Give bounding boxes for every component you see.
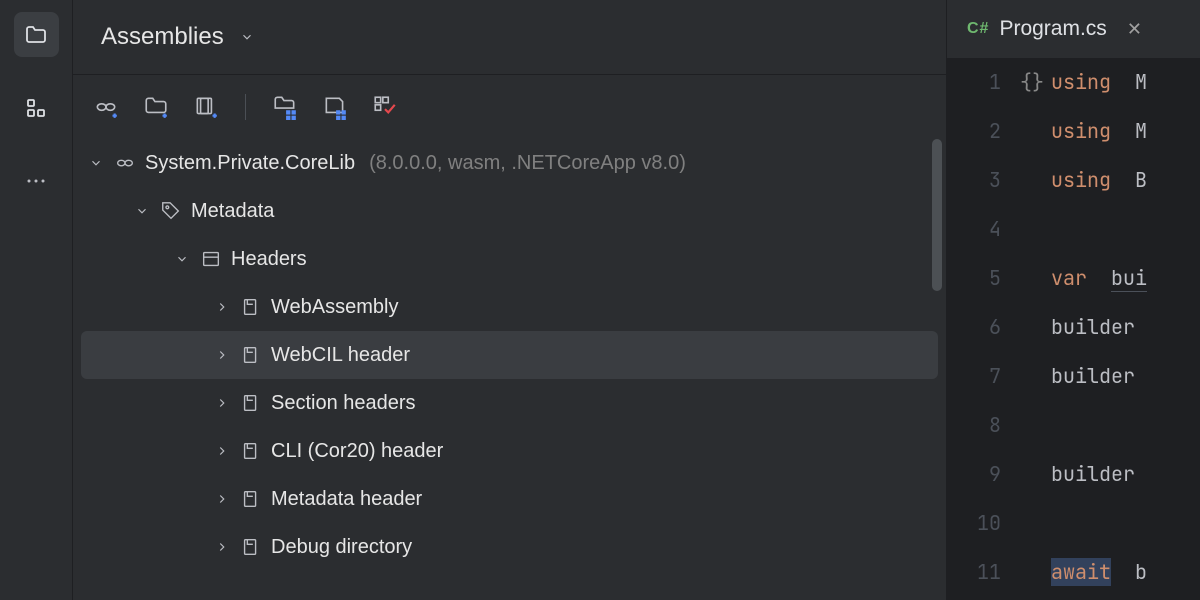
activity-explorer[interactable] xyxy=(14,12,59,57)
open-folder-button[interactable] xyxy=(141,92,171,122)
line-gutter: 1234567891011 xyxy=(947,58,1017,600)
chevron-down-icon xyxy=(240,23,254,51)
header-item-icon xyxy=(239,392,263,414)
header-item-icon xyxy=(239,536,263,558)
chevron-down-icon xyxy=(133,204,151,218)
tree-meta: (8.0.0.0, wasm, .NETCoreApp v8.0) xyxy=(369,152,686,175)
folder-icon xyxy=(24,23,48,47)
chevron-right-icon xyxy=(213,300,231,314)
tree-label: Section headers xyxy=(271,392,416,415)
chevron-right-icon xyxy=(213,540,231,554)
tree-label: Metadata xyxy=(191,200,274,223)
tree-label: WebCIL header xyxy=(271,344,410,367)
tree-row-metadata[interactable]: Metadata xyxy=(73,187,946,235)
more-icon xyxy=(24,169,48,193)
header-item-icon xyxy=(239,344,263,366)
chevron-right-icon xyxy=(213,444,231,458)
fold-column: {} xyxy=(1017,58,1047,600)
headers-icon xyxy=(199,248,223,270)
folder-plus-icon xyxy=(143,94,169,120)
panel-toolbar xyxy=(73,75,946,139)
folder-grid-icon xyxy=(272,94,298,120)
assembly-tree[interactable]: System.Private.CoreLib (8.0.0.0, wasm, .… xyxy=(73,139,946,600)
folder-grid-button[interactable] xyxy=(270,92,300,122)
code-text[interactable]: using Musing Musing Bvar buibuilderbuild… xyxy=(1047,58,1200,600)
tree-row-header-item[interactable]: WebCIL header xyxy=(81,331,938,379)
verify-button[interactable] xyxy=(370,92,400,122)
open-assembly-button[interactable] xyxy=(91,92,121,122)
tree-label: Headers xyxy=(231,248,307,271)
tab-filename: Program.cs xyxy=(999,17,1106,41)
save-grid-icon xyxy=(322,94,348,120)
chevron-right-icon xyxy=(213,348,231,362)
link-plus-icon xyxy=(93,94,119,120)
panel-title: Assemblies xyxy=(101,23,224,51)
grid-check-icon xyxy=(372,94,398,120)
tree-row-header-item[interactable]: CLI (Cor20) header xyxy=(73,427,946,475)
activity-bar xyxy=(0,0,72,600)
tree-row-header-item[interactable]: WebAssembly xyxy=(73,283,946,331)
header-item-icon xyxy=(239,440,263,462)
header-item-icon xyxy=(239,488,263,510)
side-panel: Assemblies System.Private.CoreL xyxy=(72,0,947,600)
open-nuget-button[interactable] xyxy=(191,92,221,122)
activity-more[interactable] xyxy=(14,158,59,203)
save-grid-button[interactable] xyxy=(320,92,350,122)
structure-icon xyxy=(24,96,48,120)
tree-row-header-item[interactable]: Debug directory xyxy=(73,523,946,571)
tree-row-header-item[interactable]: Section headers xyxy=(73,379,946,427)
chevron-right-icon xyxy=(213,492,231,506)
tree-label: WebAssembly xyxy=(271,296,398,319)
tree-scrollbar[interactable] xyxy=(932,139,942,291)
tree-label: System.Private.CoreLib xyxy=(145,152,355,175)
editor-tabbar: C# Program.cs ✕ xyxy=(947,0,1200,58)
chevron-down-icon xyxy=(173,252,191,266)
editor-tab[interactable]: C# Program.cs ✕ xyxy=(955,3,1154,55)
tag-icon xyxy=(159,200,183,222)
code-area[interactable]: 1234567891011 {} using Musing Musing Bva… xyxy=(947,58,1200,600)
header-item-icon xyxy=(239,296,263,318)
activity-structure[interactable] xyxy=(14,85,59,130)
toolbar-separator xyxy=(245,94,246,120)
close-icon[interactable]: ✕ xyxy=(1127,19,1142,40)
tree-label: CLI (Cor20) header xyxy=(271,440,443,463)
tree-row-assembly[interactable]: System.Private.CoreLib (8.0.0.0, wasm, .… xyxy=(73,139,946,187)
package-plus-icon xyxy=(193,94,219,120)
editor-pane: C# Program.cs ✕ 1234567891011 {} using M… xyxy=(947,0,1200,600)
tree-row-header-item[interactable]: Metadata header xyxy=(73,475,946,523)
tree-label: Metadata header xyxy=(271,488,422,511)
chevron-right-icon xyxy=(213,396,231,410)
chevron-down-icon xyxy=(87,156,105,170)
lang-badge: C# xyxy=(967,20,989,38)
tree-label: Debug directory xyxy=(271,536,412,559)
panel-header[interactable]: Assemblies xyxy=(73,0,946,75)
tree-row-headers[interactable]: Headers xyxy=(73,235,946,283)
assembly-icon xyxy=(113,152,137,174)
